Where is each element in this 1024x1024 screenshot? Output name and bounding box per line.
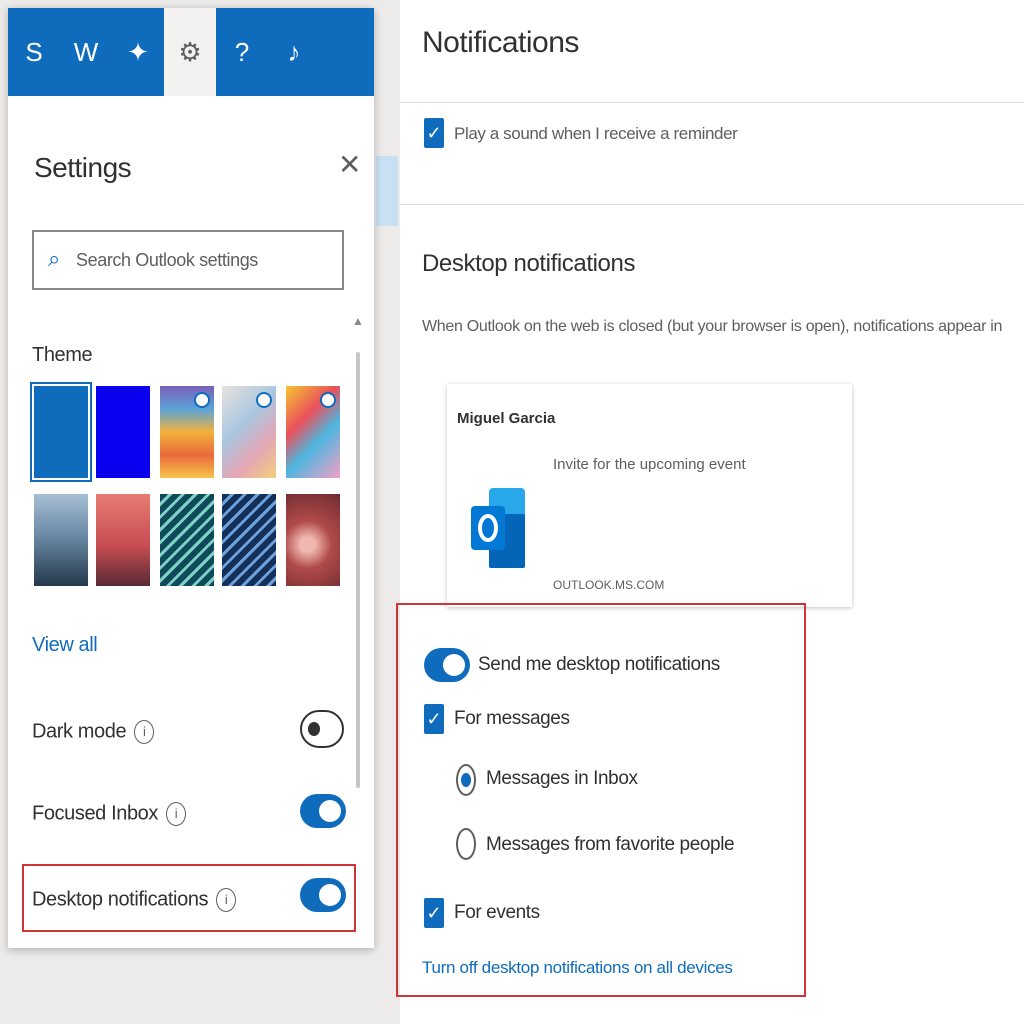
theme-swatch-blue[interactable] bbox=[30, 382, 92, 482]
highlight-frame bbox=[396, 603, 806, 997]
search-placeholder: Search Outlook settings bbox=[76, 250, 258, 270]
settings-title: Settings bbox=[34, 152, 132, 183]
theme-check-icon bbox=[320, 392, 336, 408]
theme-swatch-palms[interactable] bbox=[96, 494, 150, 586]
preview-source: OUTLOOK.MS.COM bbox=[553, 578, 665, 592]
notification-preview: Miguel Garcia Invite for the upcoming ev… bbox=[447, 384, 852, 607]
close-icon[interactable]: ✕ bbox=[338, 148, 361, 181]
dark-mode-row: Dark mode i bbox=[32, 720, 155, 744]
feedback-icon[interactable]: ♪ bbox=[268, 8, 320, 96]
preview-sender: Miguel Garcia bbox=[457, 410, 556, 427]
search-input[interactable]: ⌕ Search Outlook settings bbox=[32, 230, 344, 290]
page-title: Notifications bbox=[422, 26, 579, 59]
dark-mode-label: Dark mode bbox=[32, 720, 127, 743]
section-description: When Outlook on the web is closed (but y… bbox=[422, 318, 1003, 335]
settings-flyout: S W ✦ ⚙ ? ♪ Settings ✕ ⌕ Search Outlook … bbox=[8, 8, 374, 948]
play-sound-label: Play a sound when I receive a reminder bbox=[454, 124, 738, 143]
word-icon[interactable]: W bbox=[60, 8, 112, 96]
gear-icon[interactable]: ⚙ bbox=[164, 8, 216, 96]
tips-icon[interactable]: ✦ bbox=[112, 8, 164, 96]
theme-swatch-mountain[interactable] bbox=[34, 494, 88, 586]
help-icon[interactable]: ? bbox=[216, 8, 268, 96]
info-icon[interactable]: i bbox=[134, 720, 155, 744]
divider bbox=[400, 204, 1024, 205]
theme-label: Theme bbox=[32, 344, 93, 366]
info-icon[interactable]: i bbox=[166, 802, 186, 826]
play-sound-checkbox[interactable]: ✓ bbox=[424, 118, 444, 148]
section-title: Desktop notifications bbox=[422, 250, 636, 277]
skype-icon[interactable]: S bbox=[8, 8, 60, 96]
theme-check-icon bbox=[256, 392, 272, 408]
preview-subject: Invite for the upcoming event bbox=[553, 456, 746, 473]
scrollbar[interactable] bbox=[356, 352, 360, 788]
divider bbox=[400, 102, 1024, 103]
outlook-icon bbox=[471, 488, 525, 568]
theme-check-icon bbox=[194, 392, 210, 408]
focused-inbox-toggle[interactable] bbox=[300, 794, 346, 828]
selected-nav-indicator bbox=[376, 156, 398, 226]
highlight-frame bbox=[22, 864, 356, 932]
top-toolbar: S W ✦ ⚙ ? ♪ bbox=[8, 8, 374, 96]
scroll-up-arrow-icon[interactable]: ▲ bbox=[352, 314, 364, 328]
theme-swatch-colorful[interactable] bbox=[286, 386, 340, 478]
theme-swatch-stripes[interactable] bbox=[160, 386, 214, 478]
dark-mode-toggle[interactable] bbox=[300, 710, 344, 748]
theme-swatch-abstract[interactable] bbox=[222, 386, 276, 478]
search-icon: ⌕ bbox=[48, 246, 61, 271]
theme-swatch-bokeh[interactable] bbox=[286, 494, 340, 586]
theme-swatch-navy-lines[interactable] bbox=[222, 494, 276, 586]
theme-swatch-teal-lines[interactable] bbox=[160, 494, 214, 586]
theme-swatch-royal-blue[interactable] bbox=[96, 386, 150, 478]
view-all-link[interactable]: View all bbox=[32, 634, 98, 657]
focused-inbox-label: Focused Inbox bbox=[32, 802, 158, 825]
focused-inbox-row: Focused Inbox i bbox=[32, 802, 186, 826]
